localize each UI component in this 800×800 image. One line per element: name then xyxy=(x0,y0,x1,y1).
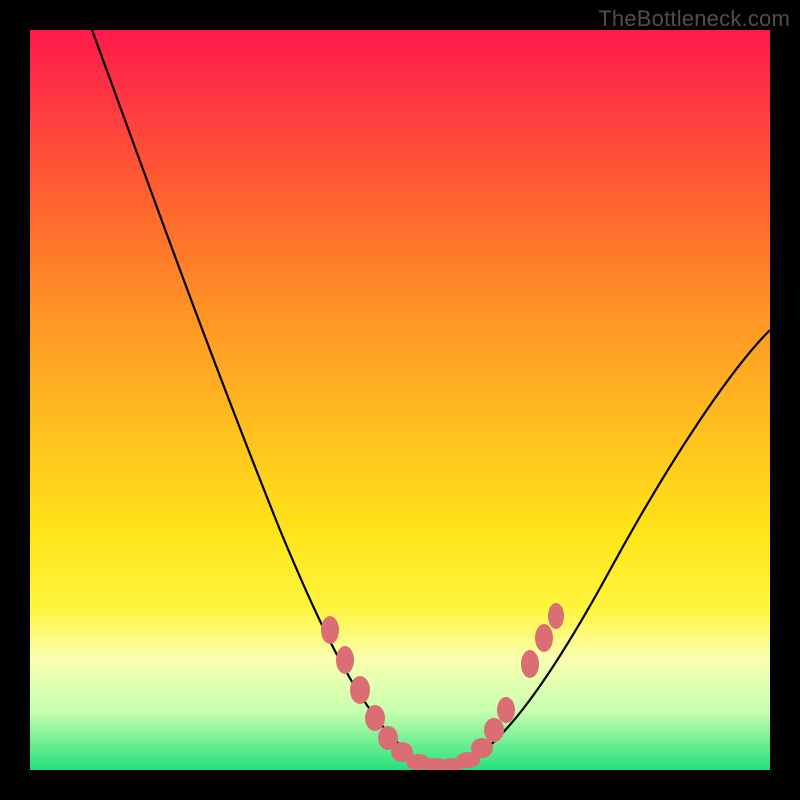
chart-frame: TheBottleneck.com xyxy=(0,0,800,800)
curve-svg xyxy=(30,30,770,770)
bottleneck-curve xyxy=(92,30,770,765)
plot-area xyxy=(30,30,770,770)
highlight-dot xyxy=(336,646,354,674)
highlight-dot xyxy=(535,624,553,652)
highlight-dot xyxy=(497,697,515,723)
highlight-dot xyxy=(471,738,493,758)
watermark-text: TheBottleneck.com xyxy=(598,6,790,32)
highlight-dot xyxy=(350,676,370,704)
highlight-dot xyxy=(521,650,539,678)
highlight-dot xyxy=(321,616,339,644)
highlight-dot xyxy=(365,705,385,731)
highlight-dot xyxy=(548,603,564,629)
highlight-dot xyxy=(484,718,504,742)
